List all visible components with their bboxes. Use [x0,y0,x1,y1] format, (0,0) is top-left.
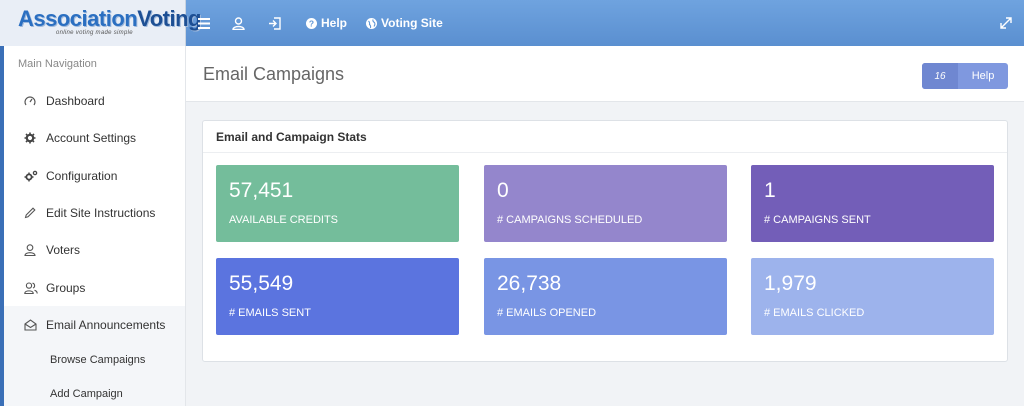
help-button-label: Help [971,70,995,82]
sidebar-item-voters[interactable]: Voters [4,231,185,268]
cogs-icon [24,170,46,182]
stat-card-emails-sent: 55,549 # EMAILS SENT [216,258,459,335]
sidebar-item-label: Configuration [46,168,118,183]
app-logo[interactable]: AssociationVoting online voting made sim… [0,0,201,46]
stat-label: # EMAILS CLICKED [764,307,865,319]
sidebar-item-label: Dashboard [46,93,105,108]
user-profile-button[interactable] [232,0,245,46]
sidebar: Main Navigation Dashboard Account Settin… [0,46,186,406]
users-icon [24,281,46,294]
sidebar-toggle-button[interactable] [198,0,210,46]
sidebar-item-label: Voters [46,242,81,257]
help-count-badge: 16 [922,63,958,89]
panel-title: Email and Campaign Stats [216,130,367,144]
stat-card-campaigns-sent: 1 # CAMPAIGNS SENT [751,165,994,242]
stat-card-emails-clicked: 1,979 # EMAILS CLICKED [751,258,994,335]
voting-site-link[interactable]: Voting Site [366,0,443,46]
stat-card-emails-opened: 26,738 # EMAILS OPENED [484,258,727,335]
stat-card-campaigns-scheduled: 0 # CAMPAIGNS SCHEDULED [484,165,727,242]
sidebar-item-label: Account Settings [46,130,137,145]
stat-card-available-credits: 57,451 AVAILABLE CREDITS [216,165,459,242]
stats-panel: Email and Campaign Stats 57,451 AVAILABL… [202,120,1008,362]
panel-divider [203,152,1007,153]
sidebar-item-configuration[interactable]: Configuration [4,157,185,194]
stat-label: # CAMPAIGNS SENT [764,214,871,226]
stat-label: # EMAILS SENT [229,307,311,319]
sidebar-item-edit-site-instructions[interactable]: Edit Site Instructions [4,194,185,231]
sidebar-item-email-announcements[interactable]: Email Announcements [4,306,185,343]
stat-value: 57,451 [229,179,294,202]
stat-value: 0 [497,179,509,202]
page-header: Email Campaigns 16 Help [186,46,1024,102]
stat-value: 26,738 [497,272,562,295]
help-button[interactable]: 16 Help [922,63,1008,89]
page-title: Email Campaigns [203,64,345,84]
stat-label: AVAILABLE CREDITS [229,214,339,226]
sidebar-item-label: Groups [46,280,86,295]
brand-tagline: online voting made simple [56,30,133,36]
globe-icon [366,17,377,29]
fullscreen-button[interactable] [1000,0,1012,46]
question-circle-icon: ? [306,17,317,29]
sidebar-item-dashboard[interactable]: Dashboard [4,82,185,119]
expand-icon [1000,17,1012,29]
sidebar-subitem-browse-campaigns[interactable]: Browse Campaigns [4,343,185,377]
sidebar-item-groups[interactable]: Groups [4,269,185,306]
sidebar-item-label: Edit Site Instructions [46,205,156,220]
envelope-open-icon [24,318,46,331]
cog-icon [24,132,46,144]
sidebar-subitem-add-campaign[interactable]: Add Campaign [4,377,185,406]
voting-site-label: Voting Site [381,16,443,30]
dashboard-icon [24,95,46,107]
stat-label: # EMAILS OPENED [497,307,597,319]
sidebar-item-account-settings[interactable]: Account Settings [4,119,185,156]
logout-button[interactable] [268,0,282,46]
sign-out-icon [268,16,282,30]
stat-value: 55,549 [229,272,294,295]
user-icon [232,16,245,30]
sidebar-heading: Main Navigation [18,58,97,70]
help-link[interactable]: ? Help [306,0,347,46]
top-bar: AssociationVoting online voting made sim… [0,0,1024,46]
stat-value: 1 [764,179,776,202]
stat-label: # CAMPAIGNS SCHEDULED [497,214,643,226]
hamburger-menu-icon [198,17,210,29]
sidebar-item-label: Email Announcements [46,317,166,332]
brand-name: AssociationVoting [18,6,201,31]
help-label: Help [321,16,348,30]
pencil-icon [24,206,46,219]
stat-value: 1,979 [764,272,817,295]
user-icon [24,243,46,256]
svg-text:?: ? [309,18,314,28]
